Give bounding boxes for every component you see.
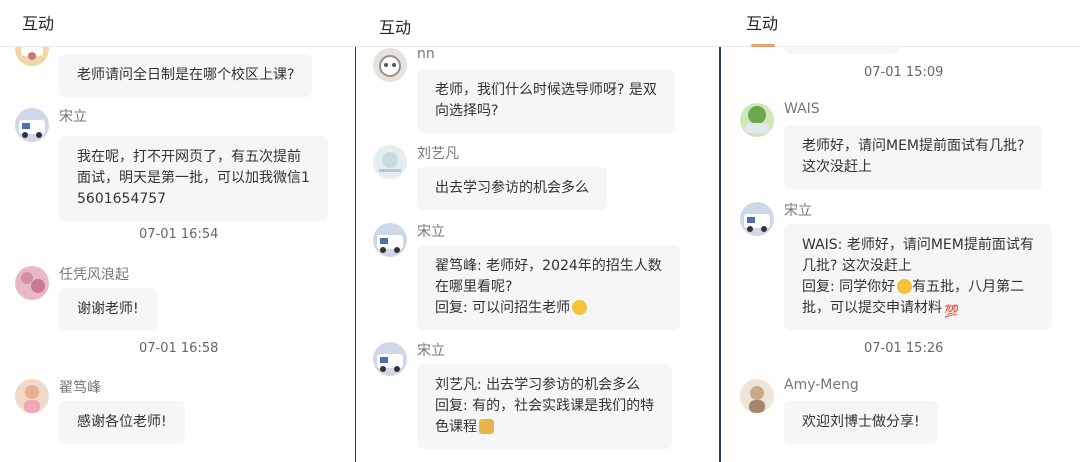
hundred-points-emoji-icon: 💯 (944, 304, 959, 318)
panel-header: 互动 (0, 0, 356, 47)
tab-interaction[interactable]: 互动 (22, 10, 54, 34)
user-name: 刘艺凡 (417, 146, 459, 162)
user-name: 宋立 (59, 109, 87, 125)
message-bubble: 出去学习参访的机会多么 (417, 167, 607, 210)
avatar[interactable] (373, 145, 407, 179)
message-text: 我在呢，打不开网页了，有五次提前 (77, 149, 301, 165)
user-name: 宋立 (417, 343, 445, 359)
message-bubble: 谢谢老师! (59, 288, 157, 331)
message-text: 在哪里看呢? (435, 279, 513, 295)
message-text: 欢迎刘博士做分享! (802, 414, 920, 430)
user-name: nn (417, 46, 435, 62)
message-text: 批，可以提交申请材料 (802, 300, 942, 316)
user-name: 宋立 (417, 224, 445, 240)
message-text: 刘艺凡: 出去学习参访的机会多么 (435, 377, 641, 393)
tab-interaction[interactable]: 互动 (746, 10, 778, 34)
message-text: 老师，我们什么时候选导师呀? 是双 (435, 82, 657, 98)
avatar[interactable] (740, 103, 774, 137)
message-text: 5601654757 (77, 191, 167, 207)
timestamp: 07-01 15:26 (864, 341, 944, 356)
gift-emoji-icon (479, 419, 494, 434)
message-text: 回复: 同学你好 (802, 279, 896, 295)
avatar[interactable] (15, 379, 49, 413)
timestamp: 07-01 15:09 (864, 65, 944, 80)
message-text: 面试，明天是第一批，可以加我微信1 (77, 170, 310, 186)
message-text: 出去学习参访的机会多么 (435, 180, 589, 196)
chat-panel-3: 互动 07-01 15:09 WAIS 老师好，请问MEM提前面试有几批? 这次… (721, 0, 1080, 462)
message-text: 回复: 可以问招生老师 (435, 300, 571, 316)
message-bubble: 刘艺凡: 出去学习参访的机会多么 回复: 有的，社会实践课是我们的特 色课程 (417, 364, 673, 449)
tab-interaction[interactable]: 互动 (379, 14, 411, 38)
user-name: 翟笃峰 (59, 380, 101, 396)
grinning-face-emoji-icon (897, 279, 913, 294)
message-text: 向选择吗? (435, 103, 499, 119)
message-text: 色课程 (435, 419, 477, 435)
chat-panel-2: 互动 nn 老师，我们什么时候选导师呀? 是双 向选择吗? 刘艺凡 出去学习参访… (356, 0, 721, 462)
message-bubble: 欢迎刘博士做分享! (784, 401, 938, 444)
message-bubble: 感谢各位老师! (59, 401, 185, 444)
message-bubble-partial (784, 46, 899, 54)
message-text: 老师好，请问MEM提前面试有几批? (802, 138, 1025, 154)
message-text: WAIS: 老师好，请问MEM提前面试有 (802, 237, 1034, 253)
avatar[interactable] (373, 223, 407, 257)
avatar[interactable] (373, 342, 407, 376)
message-text: 翟笃峰: 老师好，2024年的招生人数 (435, 258, 662, 274)
message-text: 几批? 这次没赶上 (802, 258, 912, 274)
message-text: 这次没赶上 (802, 159, 872, 175)
message-bubble: 翟笃峰: 老师好，2024年的招生人数 在哪里看呢? 回复: 可以问招生老师 (417, 245, 680, 330)
tab-underline (751, 44, 775, 47)
message-text: 感谢各位老师! (77, 414, 167, 430)
user-name: WAIS (784, 101, 820, 117)
timestamp: 07-01 16:58 (139, 341, 219, 356)
timestamp: 07-01 16:54 (139, 227, 219, 242)
avatar[interactable] (15, 266, 49, 300)
message-bubble: 老师，我们什么时候选导师呀? 是双 向选择吗? (417, 69, 675, 133)
panel-header: 互动 (356, 0, 721, 47)
message-bubble: WAIS: 老师好，请问MEM提前面试有 几批? 这次没赶上 回复: 同学你好有… (784, 224, 1052, 330)
screenshot-collage: 互动 老师请问全日制是在哪个校区上课? 宋立 我在呢，打不开网页了，有五次提前 … (0, 0, 1080, 462)
chat-panel-1: 互动 老师请问全日制是在哪个校区上课? 宋立 我在呢，打不开网页了，有五次提前 … (0, 0, 356, 462)
message-text: 谢谢老师! (77, 301, 139, 317)
message-text: 有五批，八月第二 (912, 279, 1025, 295)
message-text: 回复: 有的，社会实践课是我们的特 (435, 398, 655, 414)
avatar[interactable] (15, 108, 49, 142)
avatar[interactable] (373, 48, 407, 82)
panel-header: 互动 (721, 0, 1080, 47)
user-name: 任凭风浪起 (59, 267, 129, 283)
message-bubble: 我在呢，打不开网页了，有五次提前 面试，明天是第一批，可以加我微信1 56016… (59, 136, 328, 221)
user-name: Amy-Meng (784, 377, 859, 393)
message-bubble: 老师请问全日制是在哪个校区上课? (59, 54, 313, 97)
message-text: 老师请问全日制是在哪个校区上课? (77, 67, 295, 83)
avatar[interactable] (740, 202, 774, 236)
user-name: 宋立 (784, 203, 812, 219)
message-bubble: 老师好，请问MEM提前面试有几批? 这次没赶上 (784, 125, 1043, 189)
avatar[interactable] (740, 379, 774, 413)
grinning-face-emoji-icon (572, 300, 588, 315)
